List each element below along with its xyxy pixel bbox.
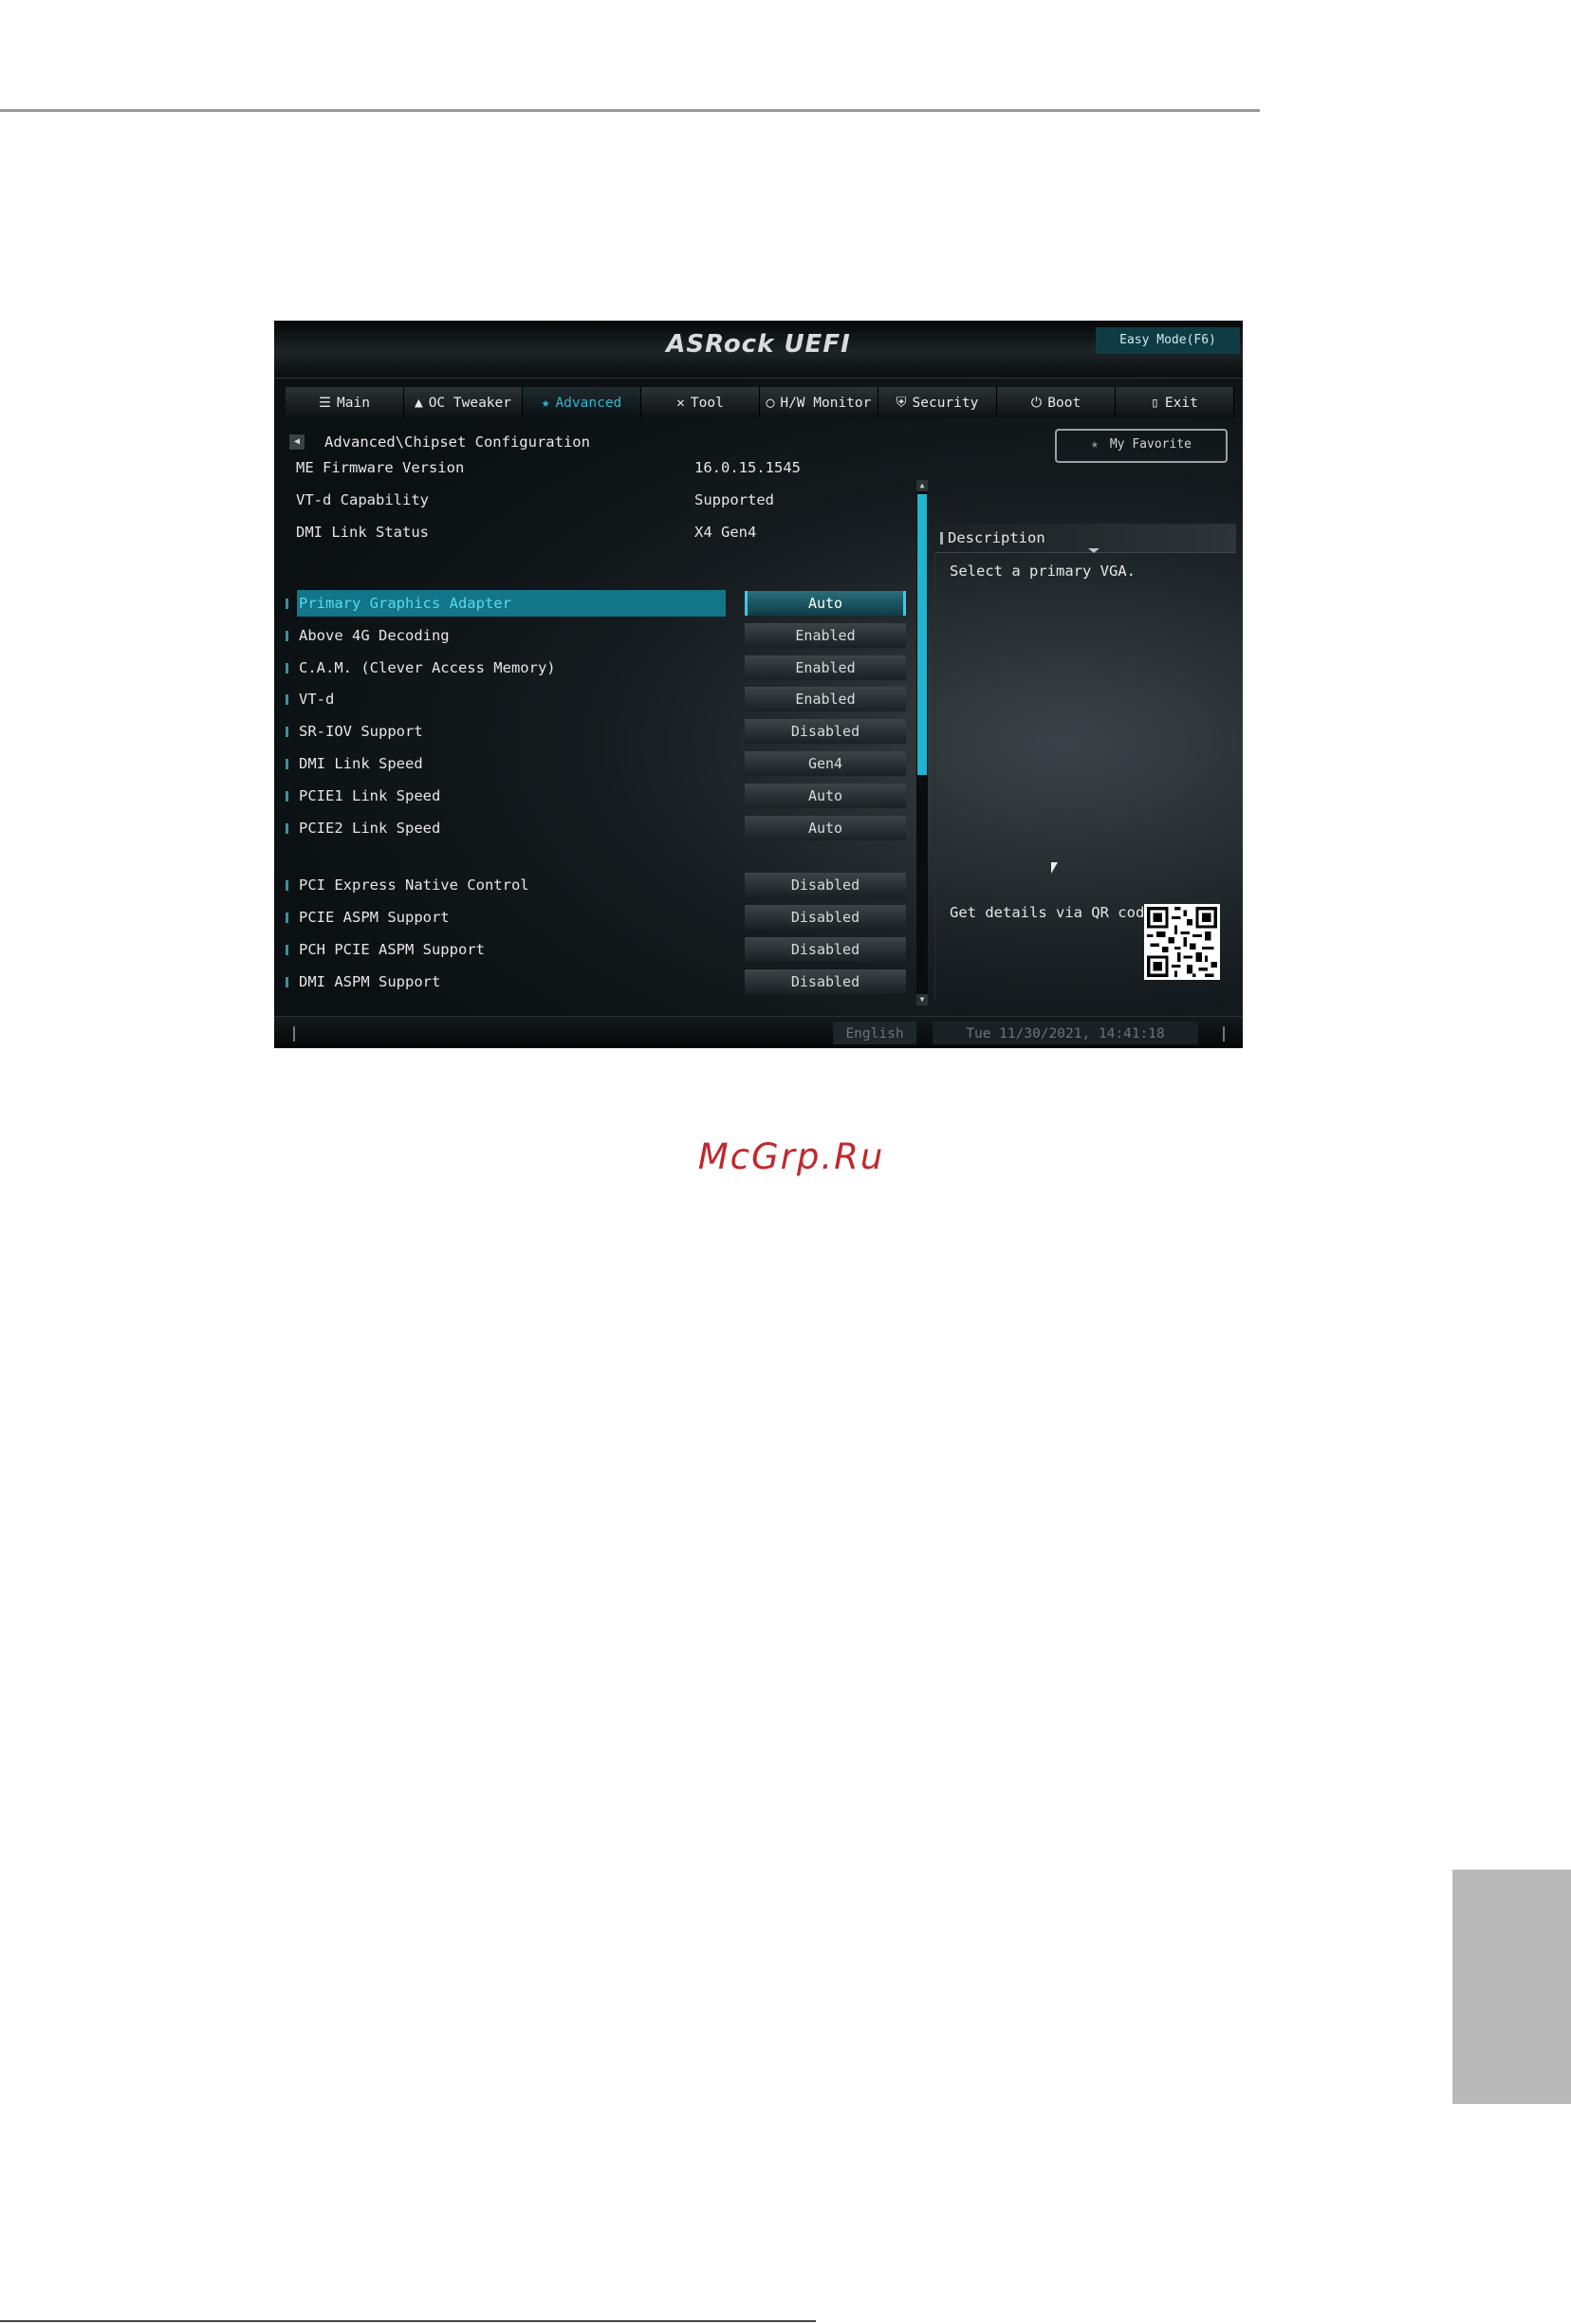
star-icon: ★ [1091, 437, 1099, 452]
shield-icon: ⛨ [896, 396, 907, 411]
tab-label: Boot [1047, 396, 1081, 411]
uefi-screenshot: ASRock UEFI Easy Mode(F6) ☰ Main ▲ OC Tweak… [274, 321, 1243, 1048]
setting-label: Primary Graphics Adapter [297, 590, 726, 617]
status-left-divider [293, 1026, 295, 1042]
qr-code-label: Get details via QR code [950, 904, 1154, 921]
star-icon: ★ [541, 396, 550, 411]
description-header: Description [934, 524, 1236, 553]
setting-value-button[interactable]: Enabled [745, 655, 906, 680]
row-marker-icon [286, 631, 288, 641]
tab-h-w-monitor[interactable]: ◯ H/W Monitor [760, 387, 878, 417]
row-marker-icon [286, 977, 288, 987]
main-tab-bar: ☰ Main ▲ OC Tweaker ★ Advanced ✕ Tool ◯ H/W Monit… [286, 387, 1234, 417]
setting-value-button[interactable]: Disabled [745, 905, 906, 930]
row-marker-icon [286, 663, 288, 673]
power-icon: ⏻ [1030, 396, 1043, 411]
back-arrow-icon[interactable]: ◀ [289, 434, 305, 450]
tab-oc-tweaker[interactable]: ▲ OC Tweaker [404, 387, 523, 417]
row-marker-icon [286, 694, 288, 705]
setting-value-button[interactable]: Disabled [745, 969, 906, 994]
row-marker-icon [286, 599, 288, 609]
tab-exit[interactable]: ▯ Exit [1116, 387, 1234, 417]
tab-advanced[interactable]: ★ Advanced [523, 387, 641, 417]
setting-value-button[interactable]: Auto [745, 784, 906, 808]
setting-label: Above 4G Decoding [299, 627, 450, 644]
setting-label: PCH PCIE ASPM Support [299, 941, 485, 958]
my-favorite-label: My Favorite [1109, 437, 1192, 452]
row-marker-icon [286, 913, 288, 923]
setting-label: PCI Express Native Control [299, 876, 529, 894]
description-marker-icon [940, 532, 943, 544]
tab-label: H/W Monitor [780, 396, 872, 411]
description-title: Description [948, 529, 1045, 546]
page-bottom-rule [0, 2320, 816, 2322]
setting-label: VT-d [299, 691, 335, 708]
tab-main[interactable]: ☰ Main [286, 387, 404, 417]
scrollbar-thumb[interactable] [917, 494, 927, 775]
my-favorite-button[interactable]: ★ My Favorite [1055, 429, 1228, 463]
info-value-dmi-link-status: X4 Gen4 [694, 524, 757, 541]
page-side-tab [1452, 1870, 1571, 2104]
tools-icon: ✕ [676, 396, 685, 411]
info-value-me-firmware: 16.0.15.1545 [694, 459, 801, 476]
datetime-display: Tue 11/30/2021, 14:41:18 [933, 1022, 1198, 1044]
setting-value-button[interactable]: Gen4 [745, 751, 906, 776]
info-label-me-firmware: ME Firmware Version [296, 459, 465, 476]
breadcrumb: Advanced\Chipset Configuration [324, 433, 590, 451]
uefi-top-bar: ASRock UEFI Easy Mode(F6) [274, 321, 1243, 378]
setting-value-button[interactable]: Disabled [745, 873, 906, 897]
mouse-cursor-icon [1051, 862, 1058, 874]
tab-label: Advanced [555, 396, 622, 411]
setting-label: PCIE ASPM Support [299, 909, 450, 926]
row-marker-icon [286, 727, 288, 737]
tab-label: Main [337, 396, 370, 411]
setting-label: PCIE1 Link Speed [299, 787, 441, 804]
setting-label: DMI ASPM Support [299, 973, 441, 990]
language-selector[interactable]: English [833, 1022, 916, 1044]
status-bar: English Tue 11/30/2021, 14:41:18 [274, 1016, 1243, 1048]
rocket-icon: ▲ [414, 396, 423, 411]
setting-label: C.A.M. (Clever Access Memory) [299, 659, 556, 676]
monitor-icon: ◯ [766, 396, 775, 411]
tab-label: Exit [1164, 396, 1198, 411]
status-right-divider [1223, 1026, 1225, 1042]
info-value-vtd-capability: Supported [694, 491, 774, 508]
setting-label: DMI Link Speed [299, 755, 423, 772]
row-marker-icon [286, 880, 288, 891]
setting-value-button[interactable]: Enabled [745, 623, 906, 648]
row-marker-icon [286, 759, 288, 769]
watermark-text: McGrp.Ru [697, 1136, 885, 1177]
page-top-rule [0, 109, 1260, 112]
tab-label: Security [912, 396, 979, 411]
setting-value-button[interactable]: Disabled [745, 719, 906, 744]
tab-label: OC Tweaker [428, 396, 512, 411]
tab-tool[interactable]: ✕ Tool [641, 387, 760, 417]
setting-label: PCIE2 Link Speed [299, 820, 441, 837]
row-marker-icon [286, 823, 288, 834]
info-label-vtd-capability: VT-d Capability [296, 491, 429, 508]
list-icon: ☰ [319, 396, 332, 411]
tab-boot[interactable]: ⏻ Boot [997, 387, 1116, 417]
scroll-up-arrow-icon[interactable]: ▲ [916, 480, 928, 491]
row-marker-icon [286, 791, 288, 802]
description-text: Select a primary VGA. [950, 563, 1136, 580]
qr-code-image [1144, 904, 1220, 980]
tab-label: Tool [690, 396, 724, 411]
scroll-down-arrow-icon[interactable]: ▼ [916, 994, 928, 1005]
row-marker-icon [286, 945, 288, 955]
setting-value-button[interactable]: Enabled [745, 687, 906, 711]
info-label-dmi-link-status: DMI Link Status [296, 524, 429, 541]
tab-security[interactable]: ⛨ Security [878, 387, 997, 417]
caret-down-icon [1088, 548, 1100, 553]
exit-icon: ▯ [1151, 396, 1159, 411]
setting-label: SR-IOV Support [299, 723, 423, 740]
scrollbar[interactable]: ▲ ▼ [916, 480, 928, 1005]
setting-value-button[interactable]: Auto [745, 591, 906, 616]
easy-mode-button[interactable]: Easy Mode(F6) [1096, 327, 1240, 354]
setting-value-button[interactable]: Disabled [745, 937, 906, 962]
setting-value-button[interactable]: Auto [745, 816, 906, 840]
